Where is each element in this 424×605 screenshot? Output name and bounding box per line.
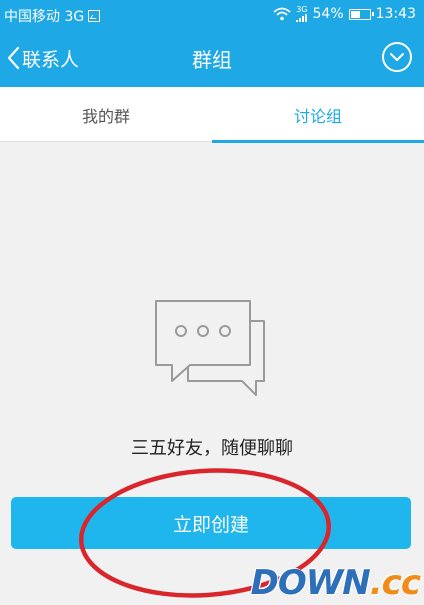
status-bar-left: 中国移动 3G bbox=[4, 6, 101, 26]
more-menu-button[interactable] bbox=[382, 42, 412, 72]
create-discussion-button[interactable]: 立即创建 bbox=[11, 497, 411, 549]
status-bar: 中国移动 3G 3G 54% 13:43 bbox=[0, 0, 424, 29]
tab-my-groups[interactable]: 我的群 bbox=[0, 87, 212, 142]
tab-bar: 我的群 讨论组 bbox=[0, 87, 424, 143]
watermark-logo: DOWN.cc bbox=[250, 563, 421, 603]
image-notification-icon bbox=[88, 10, 101, 22]
signal-icon: 3G bbox=[296, 5, 308, 22]
chat-bubbles-icon bbox=[155, 300, 265, 396]
battery-percent: 54% bbox=[312, 6, 344, 22]
clock: 13:43 bbox=[375, 6, 416, 22]
battery-icon bbox=[348, 8, 374, 20]
net-type-label: 3G bbox=[296, 5, 308, 14]
title-bar: 联系人 群组 bbox=[0, 29, 424, 87]
empty-state-message: 三五好友，随便聊聊 bbox=[131, 438, 293, 459]
chevron-down-icon bbox=[390, 53, 404, 61]
status-bar-right: 3G 54% 13:43 bbox=[273, 6, 416, 22]
watermark-suffix: .cc bbox=[369, 563, 421, 603]
page-title: 群组 bbox=[192, 48, 232, 72]
watermark-main: DOWN bbox=[250, 563, 371, 603]
tab-discussion-groups[interactable]: 讨论组 bbox=[212, 87, 424, 143]
carrier-label: 中国移动 3G bbox=[4, 9, 85, 25]
wifi-icon bbox=[273, 7, 291, 21]
create-button-label: 立即创建 bbox=[172, 513, 249, 536]
